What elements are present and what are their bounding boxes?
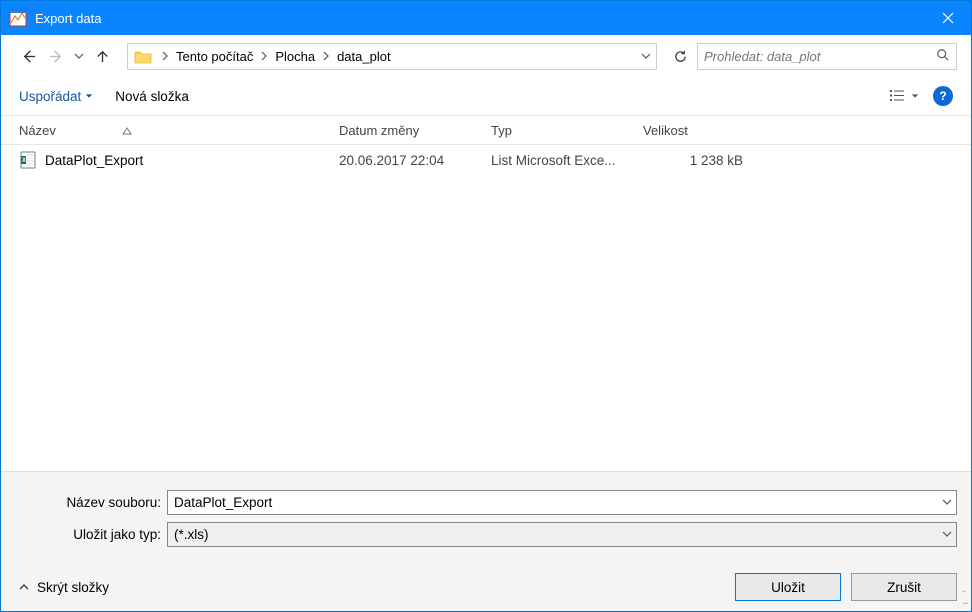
up-button[interactable] — [89, 43, 115, 69]
filename-value: DataPlot_Export — [174, 495, 272, 510]
nav-row: Tento počítač Plocha data_plot Prohledat… — [1, 35, 971, 77]
save-dialog: Export data Tento počítač Plocha data_pl — [0, 0, 972, 612]
view-options-button[interactable] — [889, 89, 919, 103]
filename-label: Název souboru: — [15, 495, 167, 510]
toolbar: Uspořádat Nová složka ? — [1, 77, 971, 115]
new-folder-label: Nová složka — [115, 89, 189, 104]
filename-input[interactable]: DataPlot_Export — [167, 490, 957, 515]
file-name: DataPlot_Export — [45, 153, 143, 168]
organize-label: Uspořádat — [19, 89, 81, 104]
save-button[interactable]: Uložit — [735, 573, 841, 601]
search-placeholder: Prohledat: data_plot — [704, 49, 936, 64]
breadcrumb-segment[interactable]: data_plot — [333, 49, 395, 64]
chevron-right-icon — [259, 51, 269, 61]
breadcrumb-segment[interactable]: Plocha — [271, 49, 319, 64]
app-icon — [9, 9, 27, 27]
filetype-label: Uložit jako typ: — [15, 527, 167, 542]
new-folder-button[interactable]: Nová složka — [115, 89, 189, 104]
column-header-size[interactable]: Velikost — [643, 123, 763, 138]
chevron-right-icon — [160, 51, 170, 61]
hide-folders-label: Skrýt složky — [37, 580, 109, 595]
history-dropdown[interactable] — [71, 51, 87, 61]
search-input[interactable]: Prohledat: data_plot — [697, 43, 957, 70]
titlebar: Export data — [1, 1, 971, 35]
bottom-panel: Název souboru: DataPlot_Export Uložit ja… — [1, 471, 971, 611]
help-button[interactable]: ? — [933, 86, 953, 106]
chevron-down-icon[interactable] — [942, 527, 952, 542]
hide-folders-button[interactable]: Skrýt složky — [19, 580, 109, 595]
chevron-down-icon[interactable] — [942, 495, 952, 510]
chevron-down-icon — [85, 92, 93, 100]
column-header-type[interactable]: Typ — [491, 123, 643, 138]
forward-button[interactable] — [43, 43, 69, 69]
resize-grip[interactable]: ........ — [962, 583, 967, 607]
file-row[interactable]: X DataPlot_Export 20.06.2017 22:04 List … — [1, 145, 971, 175]
chevron-down-icon — [911, 92, 919, 100]
window-title: Export data — [35, 11, 925, 26]
close-button[interactable] — [925, 1, 971, 35]
file-type: List Microsoft Exce... — [491, 153, 643, 168]
address-history-dropdown[interactable] — [636, 51, 656, 61]
file-list: X DataPlot_Export 20.06.2017 22:04 List … — [1, 145, 971, 471]
chevron-right-icon — [321, 51, 331, 61]
sort-asc-icon — [122, 123, 132, 138]
filetype-value: (*.xls) — [174, 527, 209, 542]
chevron-up-icon — [19, 582, 29, 592]
cancel-button[interactable]: Zrušit — [851, 573, 957, 601]
refresh-button[interactable] — [665, 43, 695, 70]
search-icon — [936, 48, 950, 65]
column-headers: Název Datum změny Typ Velikost — [1, 116, 971, 144]
column-header-name[interactable]: Název — [19, 123, 339, 138]
column-header-date[interactable]: Datum změny — [339, 123, 491, 138]
folder-icon — [132, 46, 154, 66]
back-button[interactable] — [15, 43, 41, 69]
organize-button[interactable]: Uspořádat — [19, 89, 93, 104]
excel-file-icon: X — [19, 151, 37, 169]
breadcrumb-segment[interactable]: Tento počítač — [172, 49, 257, 64]
address-bar[interactable]: Tento počítač Plocha data_plot — [127, 43, 657, 70]
view-icon — [889, 89, 907, 103]
file-date: 20.06.2017 22:04 — [339, 153, 491, 168]
svg-text:X: X — [22, 158, 26, 164]
file-size: 1 238 kB — [643, 153, 763, 168]
filetype-select[interactable]: (*.xls) — [167, 522, 957, 547]
